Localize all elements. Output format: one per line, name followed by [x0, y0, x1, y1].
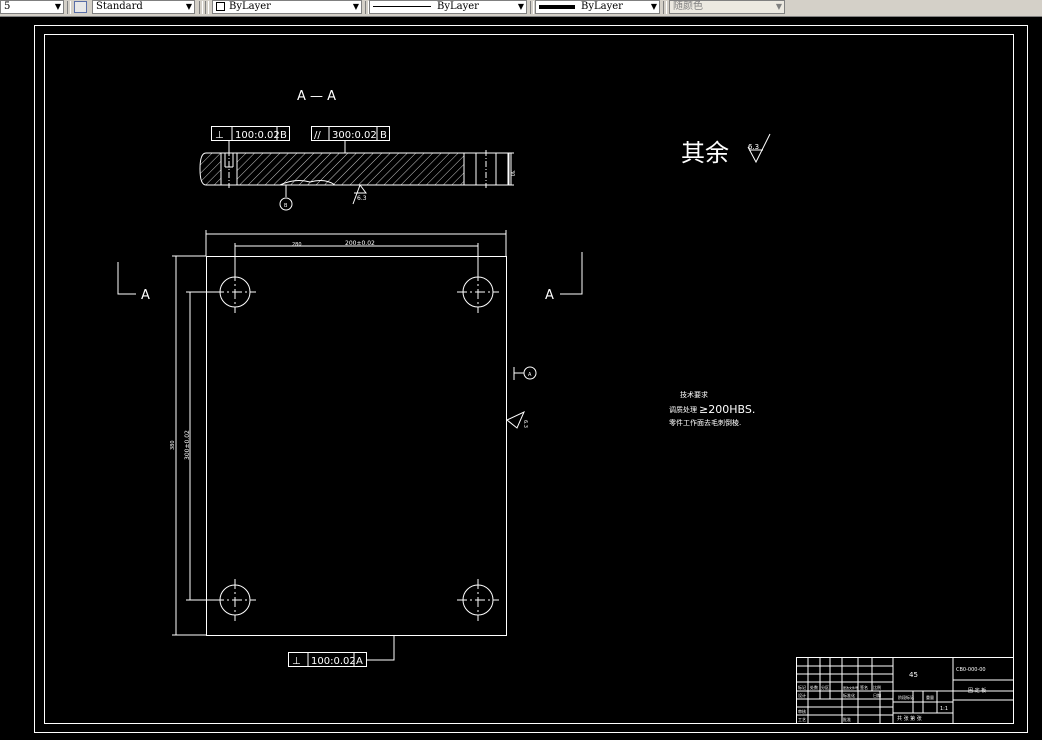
tech-req-title: 技术要求 [680, 390, 708, 399]
roughness-general-value: 6.3 [748, 143, 759, 151]
title-checker-label: 审核 [798, 708, 806, 714]
roughness-general-prefix: 其余 [681, 139, 729, 167]
title-mark-label: 标记 [798, 684, 806, 690]
roughness-side-value: 6.3 [522, 420, 528, 428]
toolbar-separator [199, 1, 203, 14]
text-style-value: Standard [96, 1, 143, 12]
title-process-label: 工艺 [798, 717, 806, 722]
title-part-name: 固 定 板 [968, 687, 986, 694]
title-stage-label: 阶段标记 [898, 694, 914, 700]
linetype-dropdown[interactable]: ByLayer ▼ [369, 0, 527, 14]
chevron-down-icon: ▼ [185, 2, 192, 11]
tech-req-line2: 零件工作面去毛刺倒棱. [669, 418, 741, 427]
plot-style-value: 随颜色 [673, 1, 703, 12]
plot-style-dropdown[interactable]: 随颜色 ▼ [669, 0, 785, 14]
tech-req-line1-value: ≥200HBS. [699, 403, 755, 416]
fcf-top-left-value: 100:0.02 [235, 130, 280, 141]
title-sign-label: 签名 [860, 684, 868, 690]
lineweight-preview-icon [539, 4, 575, 9]
lineweight-value: ByLayer [581, 1, 623, 12]
linetype-value: ByLayer [437, 1, 479, 12]
chevron-down-icon: ▼ [650, 2, 657, 11]
chevron-down-icon: ▼ [54, 2, 61, 11]
toolbar-separator [67, 1, 71, 14]
title-sheet: 共 张 第 张 [897, 715, 922, 722]
title-count-label: 处数 [810, 684, 818, 690]
fcf-bottom-datum: A [356, 656, 363, 667]
dim-outer-width: 280 [292, 242, 302, 248]
chevron-down-icon: ▼ [517, 2, 524, 11]
fcf-bottom-value: 100:0.02 [311, 656, 356, 667]
datum-b-label: B [284, 203, 288, 209]
chevron-down-icon: ▼ [352, 2, 359, 11]
text-style-dropdown[interactable]: Standard ▼ [92, 0, 195, 14]
color-value: ByLayer [229, 1, 271, 12]
title-weight-label: 重量 [926, 694, 934, 700]
title-date-label: 日期 [873, 692, 881, 698]
title-scale: 1:1 [940, 706, 948, 712]
toolbar-separator [663, 1, 667, 14]
fcf-top-right-value: 300:0.02 [332, 130, 377, 141]
dim-outer-height: 380 [170, 440, 176, 450]
section-title: A — A [297, 89, 336, 104]
toolbar-separator [530, 1, 534, 14]
lineweight-dropdown[interactable]: ByLayer ▼ [535, 0, 660, 14]
color-dropdown[interactable]: ByLayer ▼ [212, 0, 362, 14]
toolbar-separator [205, 1, 209, 14]
linetype-preview-icon [373, 6, 431, 7]
dim-hole-span-x: 200±0.02 [345, 240, 375, 247]
datum-a-label: A [528, 372, 532, 378]
chevron-down-icon: ▼ [775, 2, 782, 11]
title-std-label: 标准化 [843, 692, 855, 698]
layer-dropdown[interactable]: 5 ▼ [0, 0, 64, 14]
color-swatch-icon [216, 2, 225, 11]
drawing-canvas[interactable]: A — A 30 B 6.3 ⊥ 100:0.02 B // 300:0.02 … [0, 16, 1042, 740]
title-approve-label: 批准 [843, 716, 851, 722]
section-mark-right: A [545, 288, 554, 303]
text-style-icon[interactable] [74, 1, 87, 13]
fcf-top-left-datum: B [280, 130, 287, 141]
title-scale-label: 比例 [873, 684, 881, 690]
thickness-dim: 30 [509, 170, 515, 176]
section-mark-left: A [141, 288, 150, 303]
fcf-top-right-datum: B [380, 130, 387, 141]
fcf-bottom-symbol: ⊥ [292, 656, 301, 667]
title-change-label: 更改文件号 [843, 685, 858, 690]
dim-hole-span-y: 300±0.02 [184, 430, 191, 460]
tech-req-line1-prefix: 调质处理 [669, 405, 697, 414]
roughness-section-value: 6.3 [357, 195, 367, 202]
fcf-top-right-symbol: // [314, 130, 321, 141]
title-zone-label: 分区 [821, 684, 829, 690]
layer-value: 5 [4, 1, 11, 12]
title-designer-label: 设计 [798, 692, 806, 698]
title-material: 45 [909, 671, 918, 679]
title-drawing-code: CB0-000-00 [956, 667, 986, 673]
fcf-top-left-symbol: ⊥ [215, 130, 224, 141]
properties-toolbar: 5 ▼ Standard ▼ ByLayer ▼ ByLayer ▼ ByLayer ▼ … [0, 0, 1042, 17]
